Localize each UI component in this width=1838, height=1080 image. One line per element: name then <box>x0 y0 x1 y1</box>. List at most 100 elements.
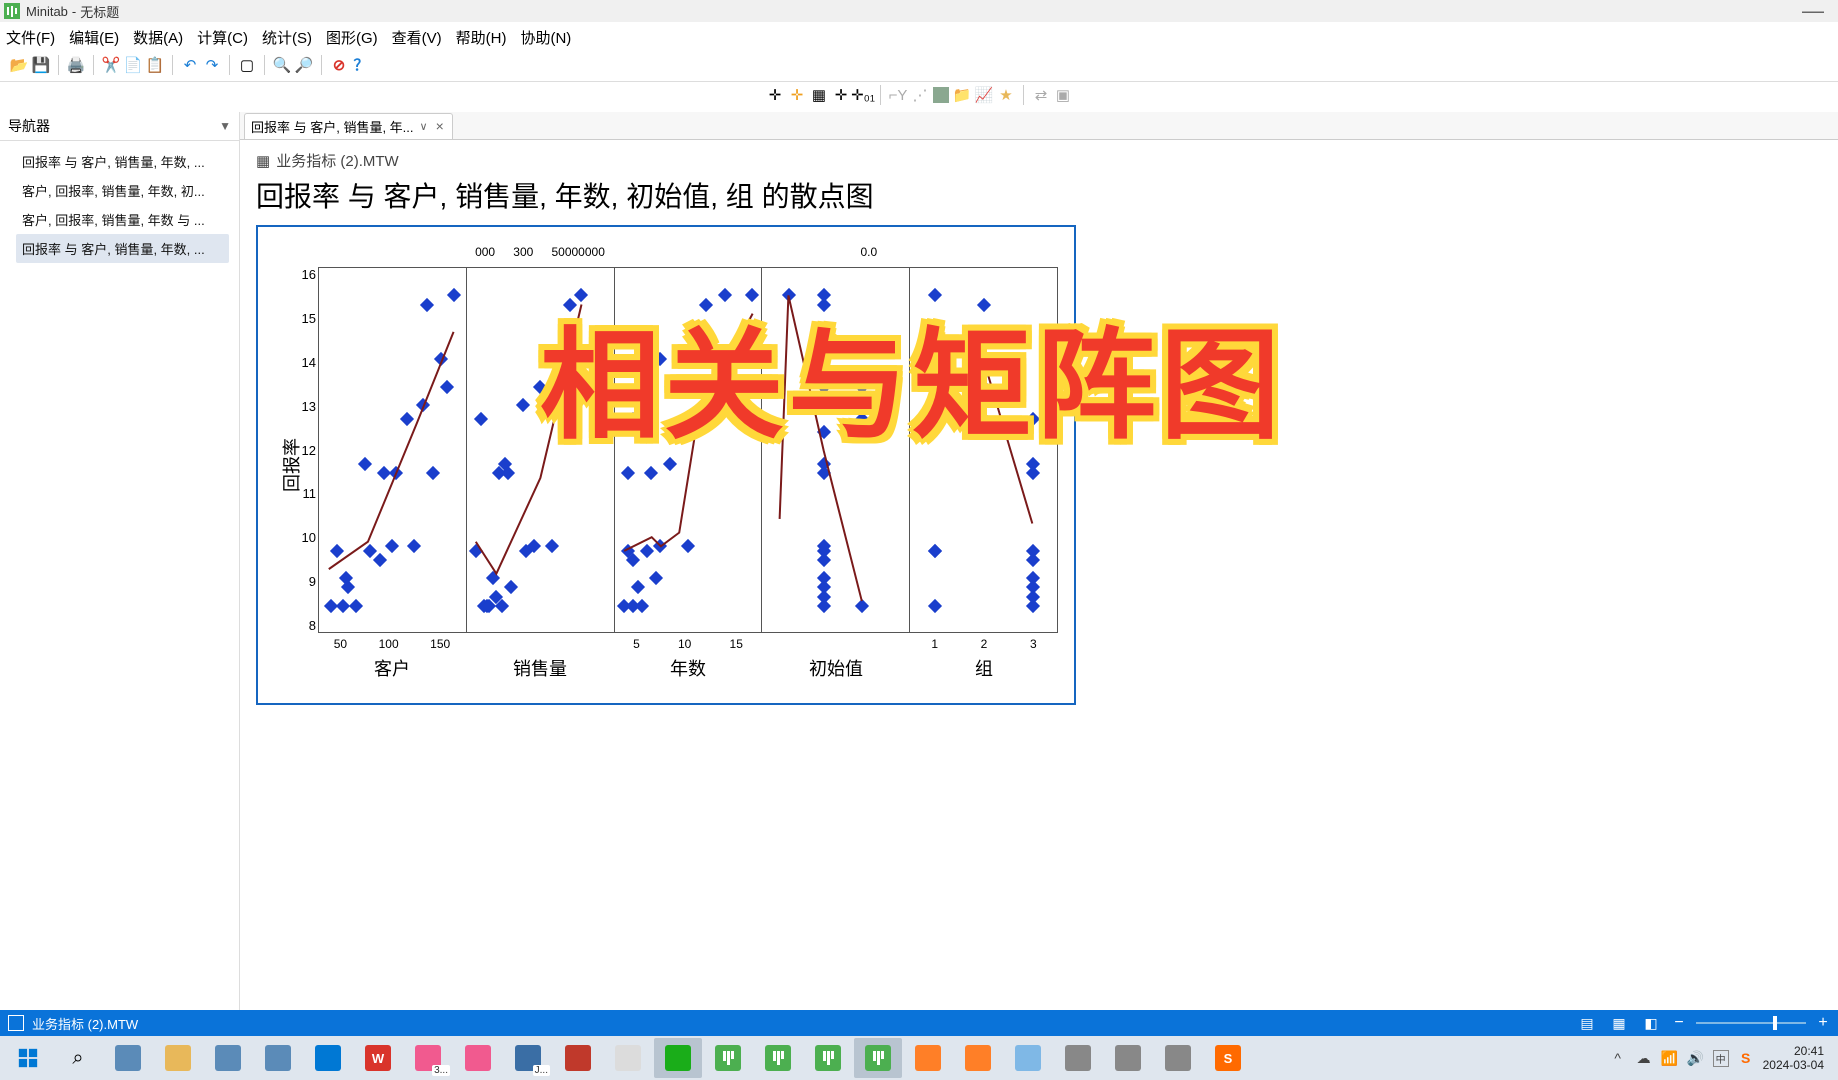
help-icon[interactable]: ？ <box>352 56 370 74</box>
taskbar-minitab4[interactable] <box>854 1038 902 1078</box>
grid-icon[interactable]: ▦ <box>810 86 828 104</box>
view-split-icon[interactable]: ◧ <box>1640 1014 1662 1032</box>
workarea: 导航器 ▼ 回报率 与 客户, 销售量, 年数, ...客户, 回报率, 销售量… <box>0 112 1838 1010</box>
star-icon[interactable]: ★ <box>997 86 1015 104</box>
y-ticks: 1615141312111098 <box>292 267 316 633</box>
nav-item[interactable]: 回报率 与 客户, 销售量, 年数, ... <box>16 147 229 176</box>
scatter-panel <box>318 267 467 633</box>
zoom-slider[interactable] <box>1696 1022 1806 1024</box>
chart-title: 回报率 与 客户, 销售量, 年数, 初始值, 组 的散点图 <box>256 175 1822 215</box>
taskbar-snip1[interactable] <box>904 1038 952 1078</box>
content-area: ▦ 业务指标 (2).MTW 回报率 与 客户, 销售量, 年数, 初始值, 组… <box>240 140 1838 1010</box>
line-icon[interactable]: 📈 <box>975 86 993 104</box>
menu-item[interactable]: 查看(V) <box>392 27 442 48</box>
x-ticks: 5010015051015123 <box>318 637 1058 657</box>
folder-icon[interactable]: 📁 <box>953 86 971 104</box>
cancel-icon[interactable]: ⊘ <box>330 56 348 74</box>
undo-icon[interactable]: ↶ <box>181 56 199 74</box>
worksheet-status-icon[interactable] <box>8 1015 24 1031</box>
taskbar-minitab1[interactable] <box>704 1038 752 1078</box>
cut-icon[interactable]: ✂️ <box>102 56 120 74</box>
tray-sogou-icon[interactable]: S <box>1737 1049 1755 1067</box>
taskbar-explorer[interactable] <box>154 1038 202 1078</box>
menu-item[interactable]: 图形(G) <box>326 27 378 48</box>
tab-chevron-icon[interactable]: ∨ <box>420 120 428 133</box>
taskbar-edge[interactable] <box>304 1038 352 1078</box>
tray-speaker-icon[interactable]: 🔊 <box>1687 1049 1705 1067</box>
chevron-down-icon[interactable]: ▼ <box>219 119 231 133</box>
taskbar-explorer2[interactable] <box>204 1038 252 1078</box>
scatter-panel <box>615 267 763 633</box>
crosshair-icon[interactable]: ✛ <box>766 86 784 104</box>
taskbar-jmp[interactable]: J... <box>504 1038 552 1078</box>
taskbar-snip2[interactable] <box>954 1038 1002 1078</box>
taskbar-bili2[interactable] <box>454 1038 502 1078</box>
taskbar-search[interactable]: ⌕ <box>54 1038 102 1078</box>
separator <box>172 55 173 75</box>
gear-crosshair-icon[interactable]: ✛ <box>788 86 806 104</box>
taskbar-bili[interactable]: 3... <box>404 1038 452 1078</box>
nav-item[interactable]: 客户, 回报率, 销售量, 年数 与 ... <box>16 205 229 234</box>
menu-item[interactable]: 协助(N) <box>520 27 571 48</box>
nav-item[interactable]: 回报率 与 客户, 销售量, 年数, ... <box>16 234 229 263</box>
zoom-out-button[interactable]: − <box>1672 1014 1686 1032</box>
tab-close-icon[interactable]: × <box>434 118 446 134</box>
taskbar-app2[interactable] <box>1104 1038 1152 1078</box>
menu-item[interactable]: 数据(A) <box>133 27 183 48</box>
panel-xlabel: 初始值 <box>762 655 910 681</box>
taskbar-excel[interactable] <box>604 1038 652 1078</box>
taskbar-paint[interactable] <box>1004 1038 1052 1078</box>
arrange-icon[interactable]: ⇄ <box>1032 86 1050 104</box>
ime-indicator[interactable]: 中 <box>1713 1050 1729 1067</box>
grid-num-icon[interactable]: ✛₀₁ <box>854 86 872 104</box>
taskbar-minitab2[interactable] <box>754 1038 802 1078</box>
taskbar-app3[interactable] <box>1154 1038 1202 1078</box>
taskbar-spss[interactable] <box>554 1038 602 1078</box>
tray-wifi-icon[interactable]: 📶 <box>1661 1049 1679 1067</box>
window-icon[interactable]: ▢ <box>238 56 256 74</box>
separator <box>58 55 59 75</box>
grid2-icon[interactable]: ✛ <box>832 86 850 104</box>
redo-icon[interactable]: ↷ <box>203 56 221 74</box>
taskbar-wps[interactable]: W <box>354 1038 402 1078</box>
print-icon[interactable]: 🖨️ <box>67 56 85 74</box>
square-icon[interactable] <box>933 87 949 103</box>
zoom-in-button[interactable]: + <box>1816 1014 1830 1032</box>
xy-icon[interactable]: ⌐Y <box>889 86 907 104</box>
save-icon[interactable]: 💾 <box>32 56 50 74</box>
open-icon[interactable]: 📂 <box>10 56 28 74</box>
separator <box>880 85 881 105</box>
taskbar-apps: ⌕ W3... J... S <box>4 1038 1252 1078</box>
findnext-icon[interactable]: 🔎 <box>295 56 313 74</box>
navigator-list: 回报率 与 客户, 销售量, 年数, ...客户, 回报率, 销售量, 年数, … <box>0 141 239 269</box>
taskbar-start[interactable] <box>4 1038 52 1078</box>
clock-time: 20:41 <box>1794 1044 1824 1058</box>
view-data-icon[interactable]: ▦ <box>1608 1014 1630 1032</box>
taskbar-taskview[interactable] <box>104 1038 152 1078</box>
taskbar-minitab3[interactable] <box>804 1038 852 1078</box>
taskbar-app1[interactable] <box>1054 1038 1102 1078</box>
menubar: 文件(F) 编辑(E) 数据(A) 计算(C) 统计(S) 图形(G) 查看(V) 帮助(H)… <box>0 22 1838 52</box>
copy-icon[interactable]: 📄 <box>124 56 142 74</box>
document-tab[interactable]: 回报率 与 客户, 销售量, 年... ∨ × <box>244 113 453 139</box>
menu-item[interactable]: 计算(C) <box>197 27 248 48</box>
taskbar-sogou[interactable]: S <box>1204 1038 1252 1078</box>
view-grid-icon[interactable]: ▤ <box>1576 1014 1598 1032</box>
menu-item[interactable]: 编辑(E) <box>69 27 119 48</box>
scatter-icon[interactable]: ⋰ <box>911 86 929 104</box>
taskbar-wechat[interactable] <box>654 1038 702 1078</box>
menu-item[interactable]: 统计(S) <box>262 27 312 48</box>
paste-icon[interactable]: 📋 <box>146 56 164 74</box>
tray-up-icon[interactable]: ^ <box>1609 1049 1627 1067</box>
separator <box>264 55 265 75</box>
nav-item[interactable]: 客户, 回报率, 销售量, 年数, 初... <box>16 176 229 205</box>
minimize-button[interactable]: — <box>1792 0 1834 24</box>
find-icon[interactable]: 🔍 <box>273 56 291 74</box>
tray-cloud-icon[interactable]: ☁ <box>1635 1049 1653 1067</box>
taskbar-people[interactable] <box>254 1038 302 1078</box>
clock[interactable]: 20:41 2024-03-04 <box>1763 1044 1824 1073</box>
menu-item[interactable]: 文件(F) <box>6 27 55 48</box>
matrix-plot[interactable]: 回报率 1615141312111098 000300500000000.0 5… <box>256 225 1076 705</box>
menu-item[interactable]: 帮助(H) <box>456 27 507 48</box>
select-icon[interactable]: ▣ <box>1054 86 1072 104</box>
